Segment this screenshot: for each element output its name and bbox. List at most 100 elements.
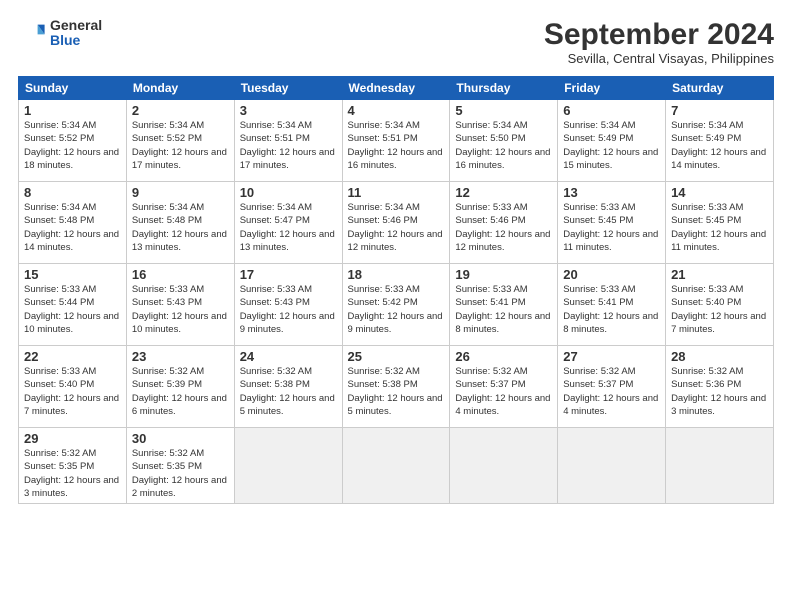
- table-row: [342, 428, 450, 504]
- cell-info: Sunrise: 5:34 AMSunset: 5:49 PMDaylight:…: [563, 120, 658, 171]
- cell-info: Sunrise: 5:32 AMSunset: 5:38 PMDaylight:…: [348, 366, 443, 417]
- cell-info: Sunrise: 5:32 AMSunset: 5:38 PMDaylight:…: [240, 366, 335, 417]
- table-row: 16 Sunrise: 5:33 AMSunset: 5:43 PMDaylig…: [126, 264, 234, 346]
- table-row: 9 Sunrise: 5:34 AMSunset: 5:48 PMDayligh…: [126, 182, 234, 264]
- cell-date: 22: [24, 349, 121, 364]
- cell-info: Sunrise: 5:34 AMSunset: 5:47 PMDaylight:…: [240, 202, 335, 253]
- table-row: 8 Sunrise: 5:34 AMSunset: 5:48 PMDayligh…: [19, 182, 127, 264]
- calendar-header-row: Sunday Monday Tuesday Wednesday Thursday…: [19, 77, 774, 100]
- cell-date: 7: [671, 103, 768, 118]
- cell-info: Sunrise: 5:34 AMSunset: 5:48 PMDaylight:…: [132, 202, 227, 253]
- cell-date: 6: [563, 103, 660, 118]
- cell-date: 4: [348, 103, 445, 118]
- table-row: 22 Sunrise: 5:33 AMSunset: 5:40 PMDaylig…: [19, 346, 127, 428]
- cell-date: 5: [455, 103, 552, 118]
- cell-date: 11: [348, 185, 445, 200]
- table-row: 21 Sunrise: 5:33 AMSunset: 5:40 PMDaylig…: [666, 264, 774, 346]
- table-row: 7 Sunrise: 5:34 AMSunset: 5:49 PMDayligh…: [666, 100, 774, 182]
- logo-blue-text: Blue: [50, 33, 102, 48]
- cell-info: Sunrise: 5:34 AMSunset: 5:49 PMDaylight:…: [671, 120, 766, 171]
- cell-date: 2: [132, 103, 229, 118]
- table-row: 12 Sunrise: 5:33 AMSunset: 5:46 PMDaylig…: [450, 182, 558, 264]
- table-row: 25 Sunrise: 5:32 AMSunset: 5:38 PMDaylig…: [342, 346, 450, 428]
- cell-date: 1: [24, 103, 121, 118]
- header-monday: Monday: [126, 77, 234, 100]
- header-friday: Friday: [558, 77, 666, 100]
- location-subtitle: Sevilla, Central Visayas, Philippines: [544, 51, 774, 66]
- table-row: 18 Sunrise: 5:33 AMSunset: 5:42 PMDaylig…: [342, 264, 450, 346]
- cell-date: 30: [132, 431, 229, 446]
- cell-info: Sunrise: 5:34 AMSunset: 5:50 PMDaylight:…: [455, 120, 550, 171]
- cell-info: Sunrise: 5:33 AMSunset: 5:43 PMDaylight:…: [240, 284, 335, 335]
- table-row: 17 Sunrise: 5:33 AMSunset: 5:43 PMDaylig…: [234, 264, 342, 346]
- cell-date: 24: [240, 349, 337, 364]
- cell-info: Sunrise: 5:32 AMSunset: 5:35 PMDaylight:…: [24, 448, 119, 499]
- cell-date: 27: [563, 349, 660, 364]
- cell-date: 25: [348, 349, 445, 364]
- cell-date: 3: [240, 103, 337, 118]
- cell-date: 8: [24, 185, 121, 200]
- logo-general-text: General: [50, 18, 102, 33]
- table-row: 24 Sunrise: 5:32 AMSunset: 5:38 PMDaylig…: [234, 346, 342, 428]
- cell-info: Sunrise: 5:33 AMSunset: 5:45 PMDaylight:…: [563, 202, 658, 253]
- table-row: 19 Sunrise: 5:33 AMSunset: 5:41 PMDaylig…: [450, 264, 558, 346]
- table-row: 29 Sunrise: 5:32 AMSunset: 5:35 PMDaylig…: [19, 428, 127, 504]
- table-row: [450, 428, 558, 504]
- header-tuesday: Tuesday: [234, 77, 342, 100]
- table-row: 27 Sunrise: 5:32 AMSunset: 5:37 PMDaylig…: [558, 346, 666, 428]
- header-sunday: Sunday: [19, 77, 127, 100]
- header-wednesday: Wednesday: [342, 77, 450, 100]
- cell-date: 29: [24, 431, 121, 446]
- page-header: General Blue September 2024 Sevilla, Cen…: [18, 18, 774, 66]
- cell-info: Sunrise: 5:33 AMSunset: 5:42 PMDaylight:…: [348, 284, 443, 335]
- header-saturday: Saturday: [666, 77, 774, 100]
- cell-info: Sunrise: 5:34 AMSunset: 5:51 PMDaylight:…: [348, 120, 443, 171]
- table-row: 20 Sunrise: 5:33 AMSunset: 5:41 PMDaylig…: [558, 264, 666, 346]
- cell-date: 10: [240, 185, 337, 200]
- cell-info: Sunrise: 5:32 AMSunset: 5:37 PMDaylight:…: [563, 366, 658, 417]
- cell-date: 26: [455, 349, 552, 364]
- cell-info: Sunrise: 5:33 AMSunset: 5:43 PMDaylight:…: [132, 284, 227, 335]
- cell-info: Sunrise: 5:34 AMSunset: 5:51 PMDaylight:…: [240, 120, 335, 171]
- cell-info: Sunrise: 5:33 AMSunset: 5:46 PMDaylight:…: [455, 202, 550, 253]
- table-row: 23 Sunrise: 5:32 AMSunset: 5:39 PMDaylig…: [126, 346, 234, 428]
- cell-date: 19: [455, 267, 552, 282]
- table-row: 2 Sunrise: 5:34 AMSunset: 5:52 PMDayligh…: [126, 100, 234, 182]
- cell-date: 23: [132, 349, 229, 364]
- table-row: 28 Sunrise: 5:32 AMSunset: 5:36 PMDaylig…: [666, 346, 774, 428]
- cell-date: 17: [240, 267, 337, 282]
- table-row: 3 Sunrise: 5:34 AMSunset: 5:51 PMDayligh…: [234, 100, 342, 182]
- calendar-table: Sunday Monday Tuesday Wednesday Thursday…: [18, 76, 774, 504]
- table-row: 4 Sunrise: 5:34 AMSunset: 5:51 PMDayligh…: [342, 100, 450, 182]
- table-row: 14 Sunrise: 5:33 AMSunset: 5:45 PMDaylig…: [666, 182, 774, 264]
- title-block: September 2024 Sevilla, Central Visayas,…: [544, 18, 774, 66]
- month-title: September 2024: [544, 18, 774, 51]
- cell-info: Sunrise: 5:32 AMSunset: 5:36 PMDaylight:…: [671, 366, 766, 417]
- table-row: 10 Sunrise: 5:34 AMSunset: 5:47 PMDaylig…: [234, 182, 342, 264]
- cell-date: 15: [24, 267, 121, 282]
- cell-date: 14: [671, 185, 768, 200]
- cell-info: Sunrise: 5:32 AMSunset: 5:39 PMDaylight:…: [132, 366, 227, 417]
- cell-info: Sunrise: 5:32 AMSunset: 5:35 PMDaylight:…: [132, 448, 227, 499]
- cell-date: 12: [455, 185, 552, 200]
- table-row: 15 Sunrise: 5:33 AMSunset: 5:44 PMDaylig…: [19, 264, 127, 346]
- table-row: 6 Sunrise: 5:34 AMSunset: 5:49 PMDayligh…: [558, 100, 666, 182]
- cell-date: 21: [671, 267, 768, 282]
- cell-info: Sunrise: 5:34 AMSunset: 5:46 PMDaylight:…: [348, 202, 443, 253]
- cell-date: 18: [348, 267, 445, 282]
- table-row: 30 Sunrise: 5:32 AMSunset: 5:35 PMDaylig…: [126, 428, 234, 504]
- cell-info: Sunrise: 5:33 AMSunset: 5:40 PMDaylight:…: [671, 284, 766, 335]
- table-row: [558, 428, 666, 504]
- cell-info: Sunrise: 5:34 AMSunset: 5:52 PMDaylight:…: [24, 120, 119, 171]
- cell-info: Sunrise: 5:34 AMSunset: 5:48 PMDaylight:…: [24, 202, 119, 253]
- cell-info: Sunrise: 5:33 AMSunset: 5:44 PMDaylight:…: [24, 284, 119, 335]
- header-thursday: Thursday: [450, 77, 558, 100]
- table-row: 11 Sunrise: 5:34 AMSunset: 5:46 PMDaylig…: [342, 182, 450, 264]
- cell-info: Sunrise: 5:32 AMSunset: 5:37 PMDaylight:…: [455, 366, 550, 417]
- cell-info: Sunrise: 5:34 AMSunset: 5:52 PMDaylight:…: [132, 120, 227, 171]
- logo: General Blue: [18, 18, 102, 49]
- logo-icon: [18, 19, 46, 47]
- cell-date: 9: [132, 185, 229, 200]
- cell-info: Sunrise: 5:33 AMSunset: 5:40 PMDaylight:…: [24, 366, 119, 417]
- cell-date: 28: [671, 349, 768, 364]
